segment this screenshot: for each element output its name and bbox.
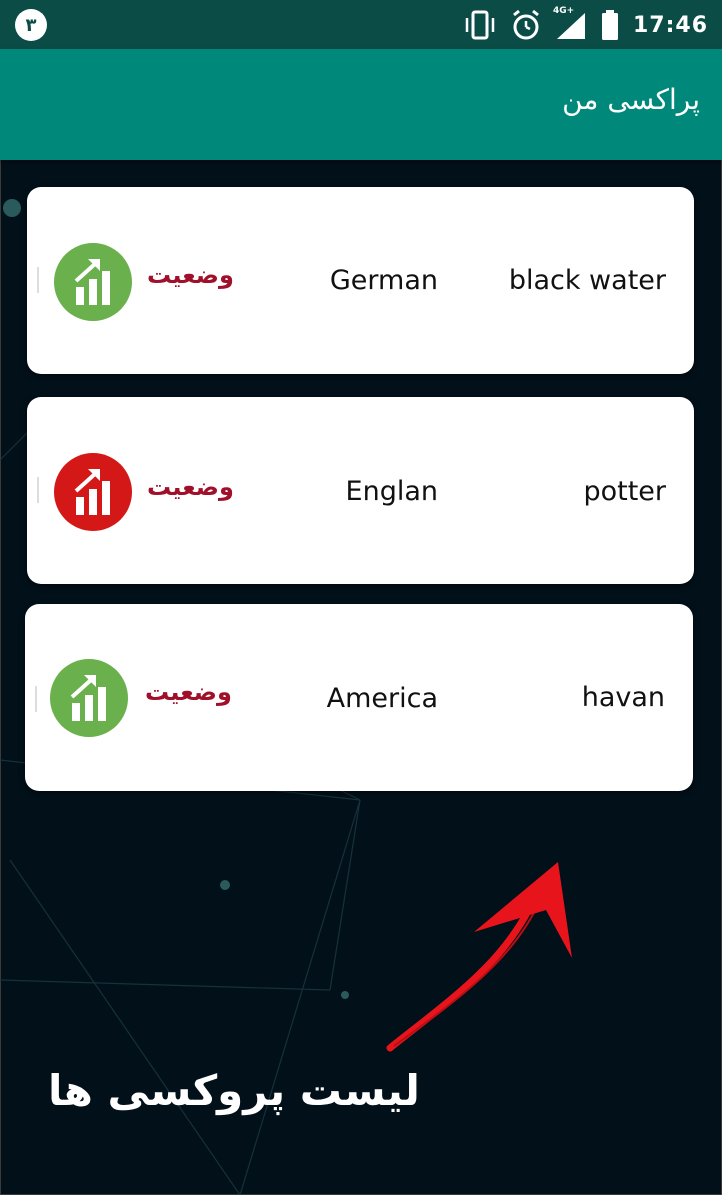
annotation-arrow-icon (386, 862, 572, 1052)
status-chart-icon[interactable] (54, 243, 132, 321)
proxy-card[interactable]: وضعیت German black water (27, 187, 694, 374)
caption: لیست پروکسی ها (48, 1066, 420, 1115)
battery-icon (601, 10, 618, 40)
card-divider (37, 477, 39, 503)
notification-badge: ٣ (15, 9, 47, 41)
status-label: وضعیت (145, 678, 232, 706)
status-chart-icon[interactable] (50, 659, 128, 737)
proxy-card[interactable]: وضعیت Englan potter (27, 397, 694, 584)
status-icons: 4G+ 17:46 (463, 6, 708, 42)
status-bar: ٣ 4G+ 17:46 (0, 0, 722, 49)
status-label: وضعیت (147, 261, 234, 289)
clock: 17:46 (632, 12, 708, 38)
network-type: 4G+ (552, 6, 575, 16)
proxy-country: America (326, 683, 438, 714)
app-bar: پراکسی من (0, 49, 722, 160)
proxy-card[interactable]: وضعیت America havan (25, 604, 693, 791)
card-divider (37, 267, 39, 293)
proxy-country: German (329, 265, 438, 296)
page-title: پراکسی من (562, 83, 700, 116)
status-label: وضعیت (147, 473, 234, 501)
status-chart-icon[interactable] (54, 453, 132, 531)
alarm-icon (513, 9, 539, 40)
proxy-name: havan (581, 682, 665, 713)
vibrate-icon (465, 10, 495, 40)
proxy-country: Englan (345, 476, 438, 507)
proxy-name: potter (583, 476, 666, 507)
proxy-name: black water (508, 265, 666, 296)
card-divider (35, 686, 37, 712)
signal-icon: 4G+ (553, 6, 587, 40)
